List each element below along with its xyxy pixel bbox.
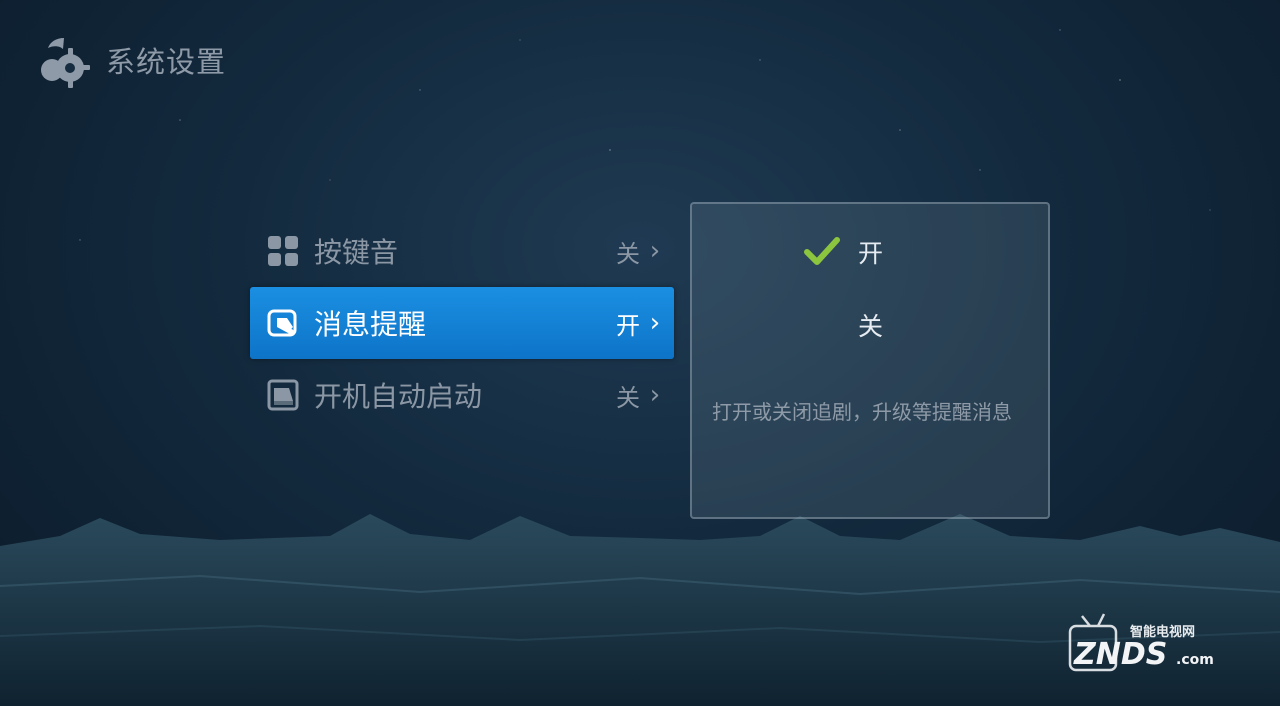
watermark-brand: ZNDS: [1073, 637, 1167, 672]
znds-watermark-logo: 智能电视网 ZNDS .com: [1068, 613, 1214, 672]
chevron-right-icon: ›: [649, 236, 661, 266]
menu-item-label: 开机自动启动: [314, 380, 483, 413]
option-description: 打开或关闭追剧，升级等提醒消息: [712, 400, 1012, 424]
message-tag-icon: [266, 306, 300, 340]
menu-item-auto-start[interactable]: 开机自动启动 关 ›: [250, 359, 674, 431]
menu-item-message-reminder[interactable]: 消息提醒 开 ›: [250, 287, 674, 359]
checkmark-icon: [804, 237, 840, 265]
watermark-domain: .com: [1176, 652, 1214, 668]
menu-item-value: 开: [616, 311, 640, 340]
chevron-right-icon: ›: [649, 380, 661, 410]
option-on[interactable]: 开: [692, 222, 1048, 282]
picture-frame-icon: [266, 378, 300, 412]
menu-item-label: 按键音: [314, 236, 399, 269]
menu-item-value: 关: [616, 239, 640, 268]
menu-item-key-sound[interactable]: 按键音 关 ›: [250, 215, 674, 287]
settings-gear-logo-icon: [41, 38, 90, 88]
option-label: 关: [858, 312, 884, 341]
option-off[interactable]: 关: [692, 295, 1048, 355]
page-title: 系统设置: [106, 45, 227, 79]
settings-menu: 按键音 关 › 消息提醒 开 › 开机自动启动 关 ›: [250, 215, 674, 431]
option-label: 开: [858, 239, 884, 268]
header: 系统设置: [36, 30, 226, 90]
chevron-right-icon: ›: [649, 308, 661, 338]
grid-icon: [266, 234, 300, 268]
menu-item-value: 关: [616, 383, 640, 412]
menu-item-label: 消息提醒: [314, 308, 427, 341]
options-panel: 开 关 打开或关闭追剧，升级等提醒消息: [690, 202, 1050, 519]
